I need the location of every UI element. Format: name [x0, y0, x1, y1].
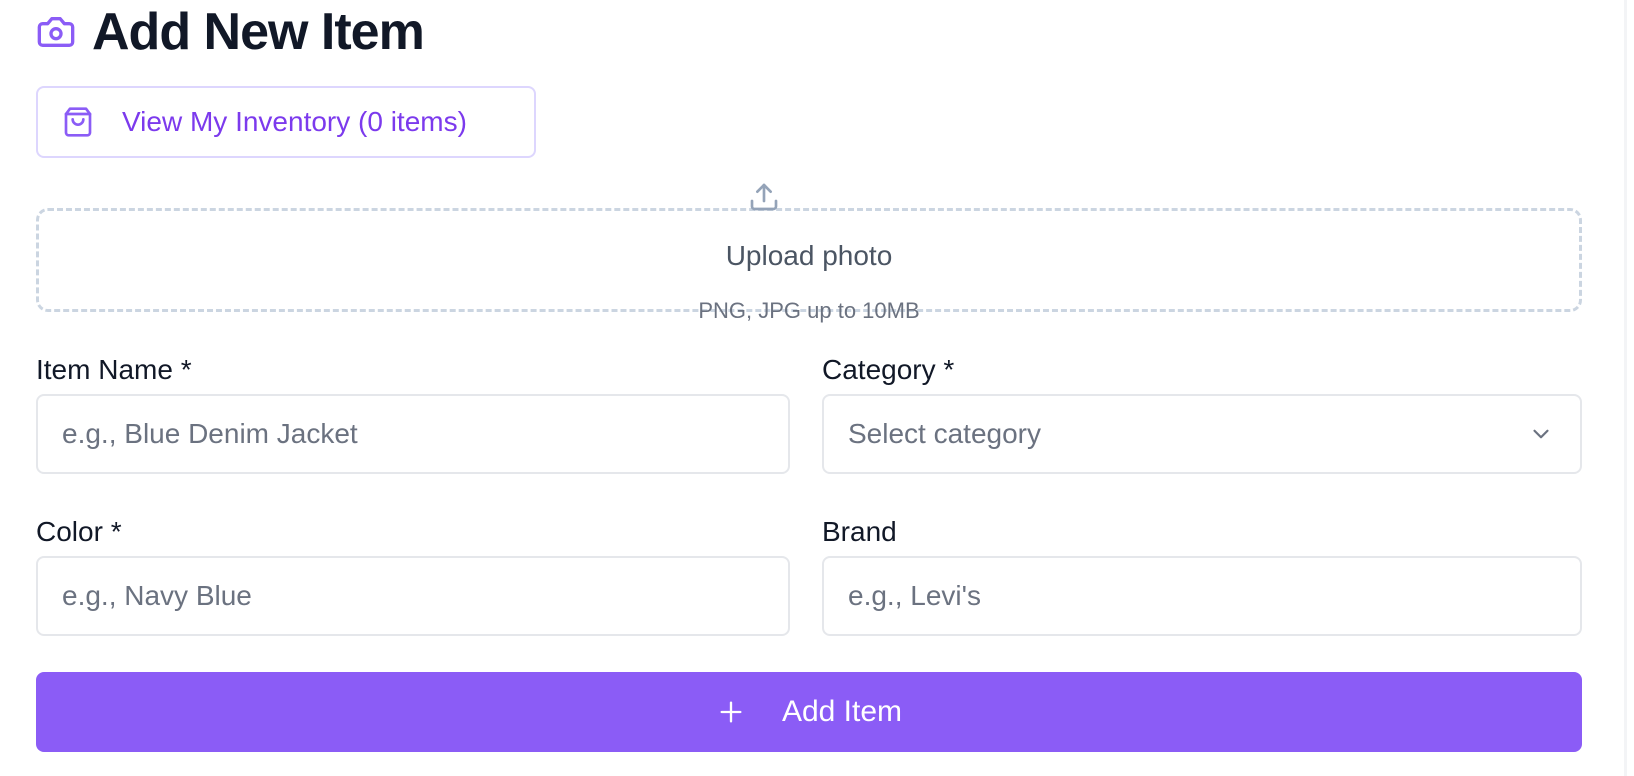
add-item-label: Add Item [781, 695, 903, 728]
add-item-page: Add New Item View My Inventory (0 items)… [0, 0, 1634, 776]
brand-label: Brand [822, 516, 897, 547]
plus-icon [716, 697, 746, 727]
brand-input[interactable] [848, 580, 1580, 612]
page-title: Add New Item [92, 3, 425, 61]
item-name-input[interactable] [62, 418, 788, 450]
color-input[interactable] [62, 580, 788, 612]
camera-icon [36, 12, 76, 52]
color-field[interactable] [36, 556, 790, 636]
category-label: Category * [822, 354, 955, 385]
item-name-label: Item Name * [36, 354, 192, 385]
color-label: Color * [36, 516, 122, 547]
add-item-button[interactable]: Add Item [36, 672, 1582, 752]
upload-icon [748, 180, 780, 214]
chevron-down-icon [1526, 419, 1556, 449]
view-inventory-button[interactable]: View My Inventory (0 items) [36, 86, 536, 158]
view-inventory-label: View My Inventory (0 items) [122, 106, 467, 137]
category-select[interactable]: Select category [822, 394, 1582, 474]
upload-hint: PNG, JPG up to 10MB [698, 298, 920, 323]
item-name-field[interactable] [36, 394, 790, 474]
category-selected-value: Select category [848, 418, 1041, 449]
shopping-bag-icon [60, 104, 96, 140]
brand-field[interactable] [822, 556, 1582, 636]
page-header: Add New Item [36, 3, 425, 61]
scrollbar-track [1624, 0, 1627, 776]
upload-title: Upload photo [725, 240, 893, 271]
